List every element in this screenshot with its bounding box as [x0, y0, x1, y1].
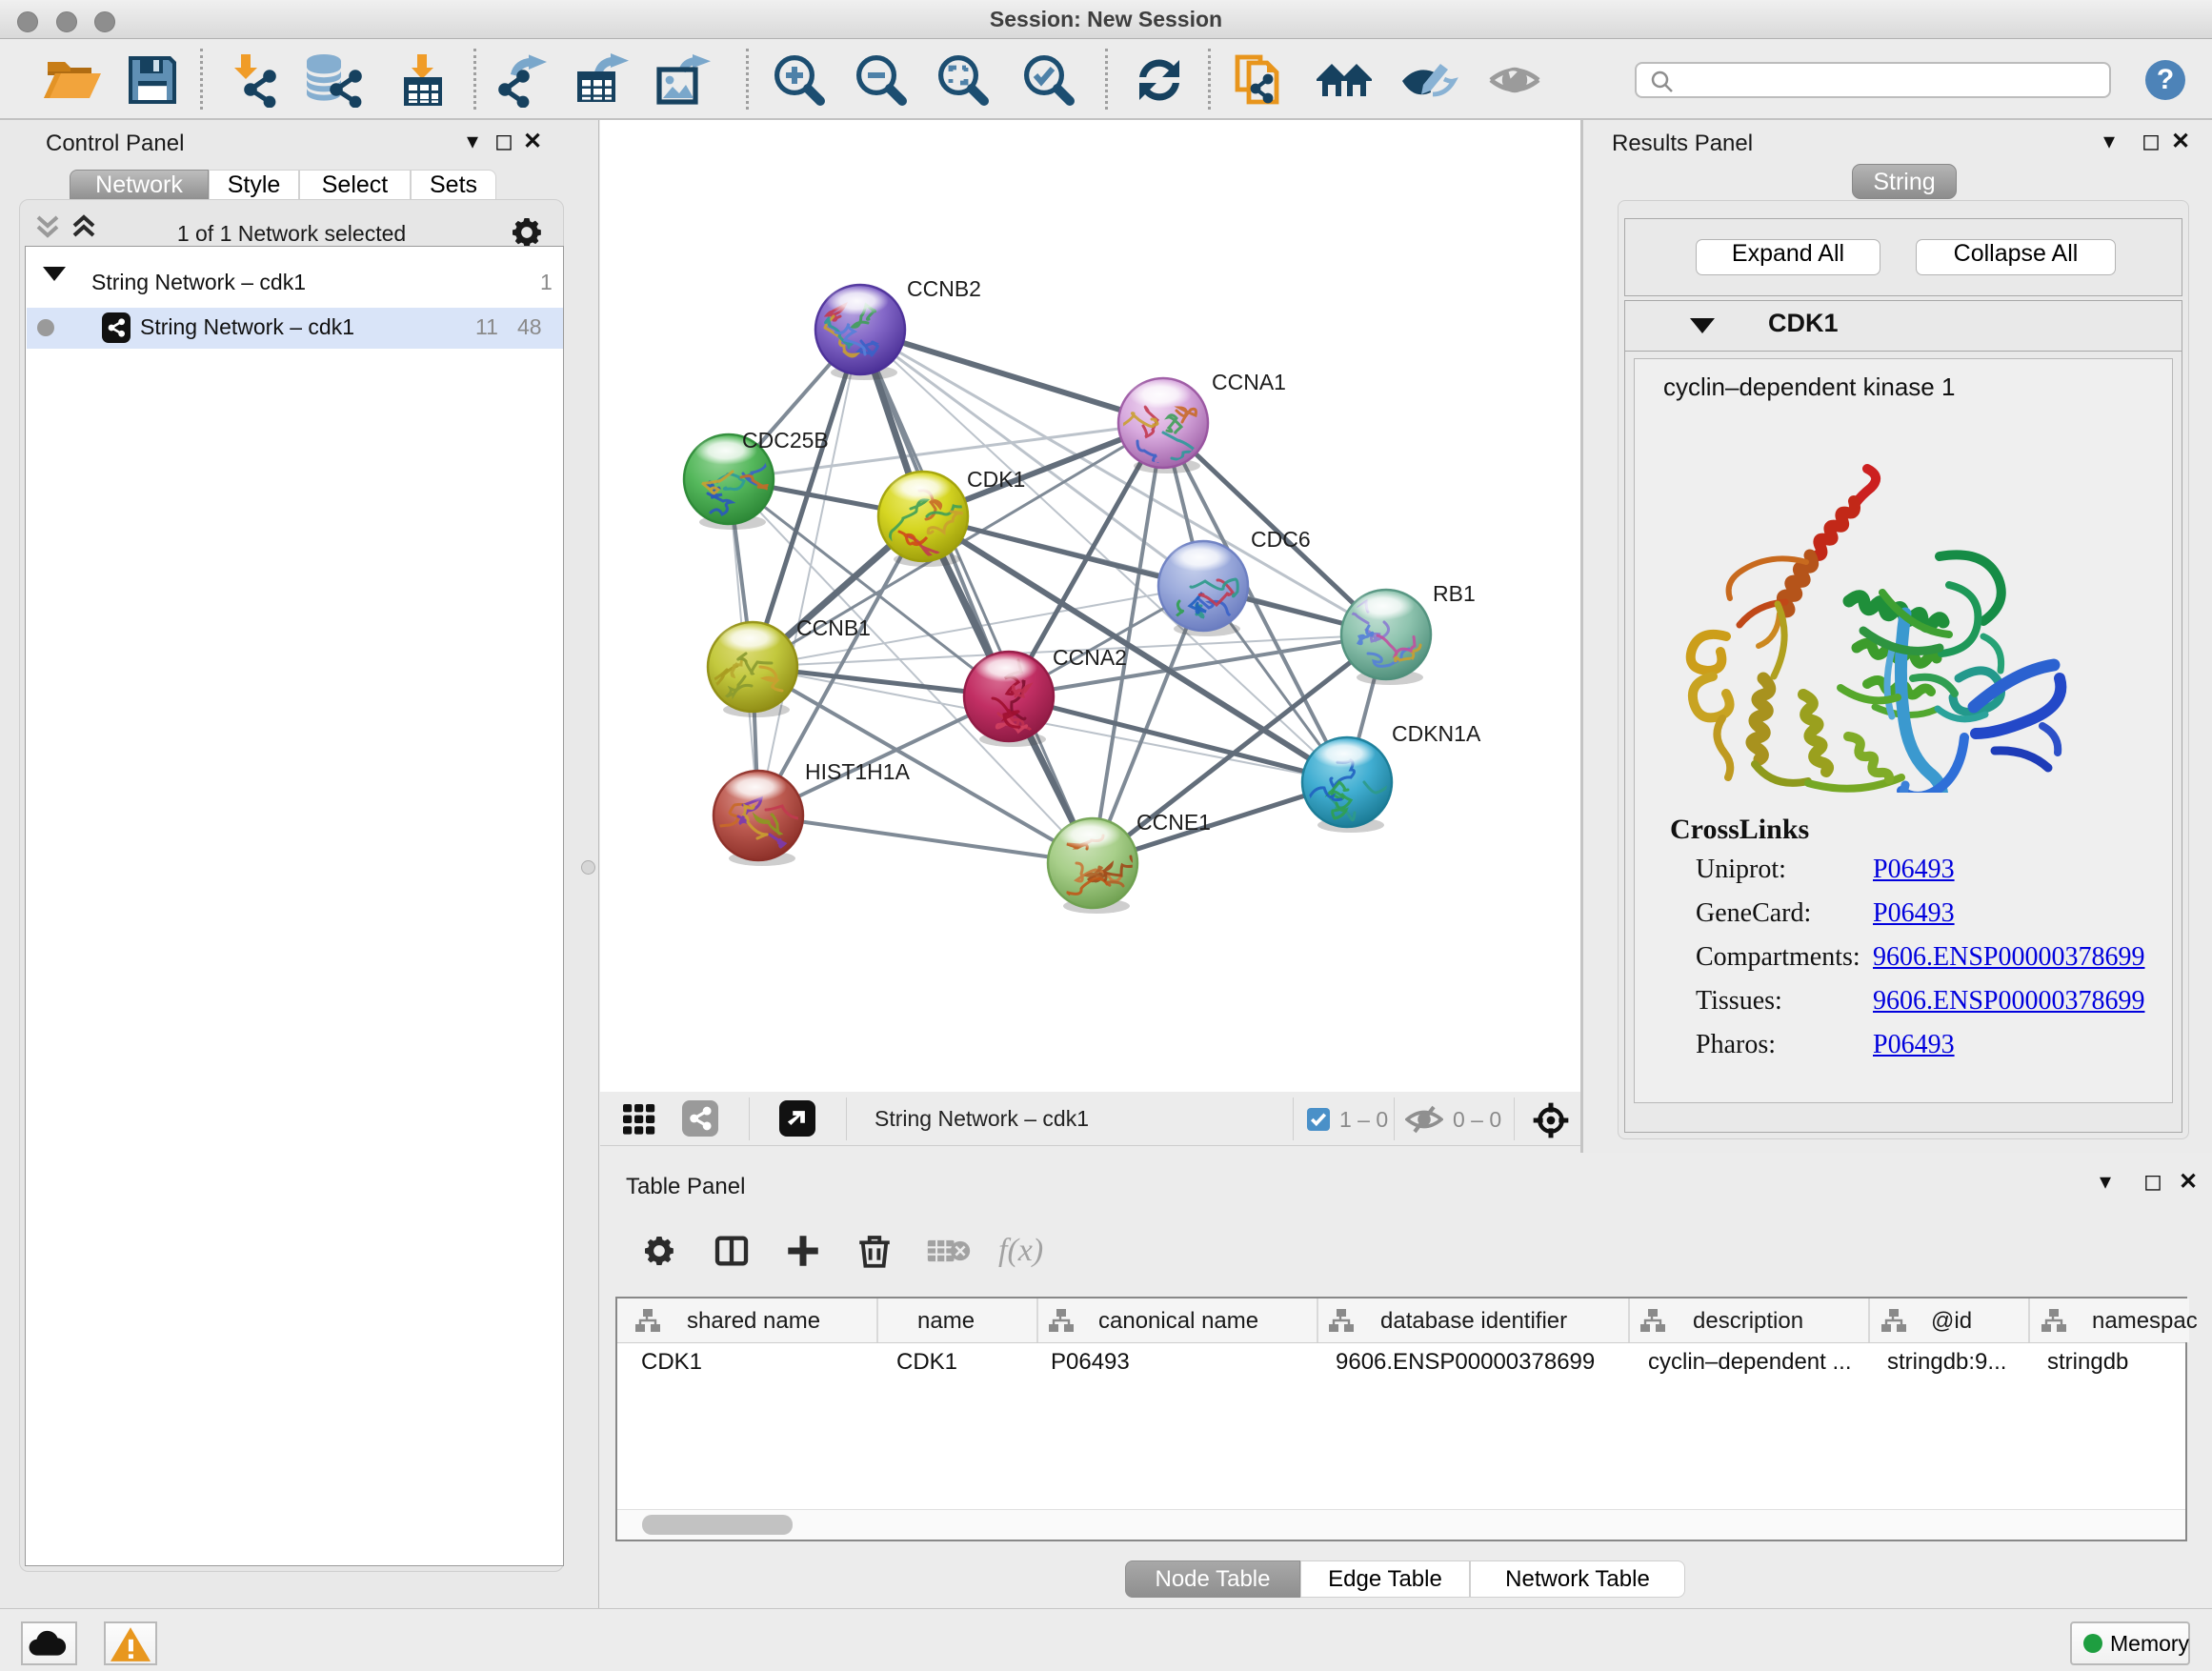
- svg-text:CDC25B: CDC25B: [742, 428, 829, 453]
- svg-text:CCNB1: CCNB1: [796, 615, 871, 640]
- svg-text:CCNE1: CCNE1: [1136, 810, 1211, 835]
- svg-text:CDC6: CDC6: [1251, 527, 1311, 552]
- svg-text:CDKN1A: CDKN1A: [1392, 721, 1481, 746]
- svg-text:CCNA1: CCNA1: [1212, 370, 1286, 394]
- svg-text:RB1: RB1: [1433, 581, 1476, 606]
- svg-text:HIST1H1A: HIST1H1A: [805, 759, 911, 784]
- svg-text:CCNA2: CCNA2: [1053, 645, 1127, 670]
- svg-text:CDK1: CDK1: [967, 467, 1025, 492]
- svg-text:CCNB2: CCNB2: [907, 276, 981, 301]
